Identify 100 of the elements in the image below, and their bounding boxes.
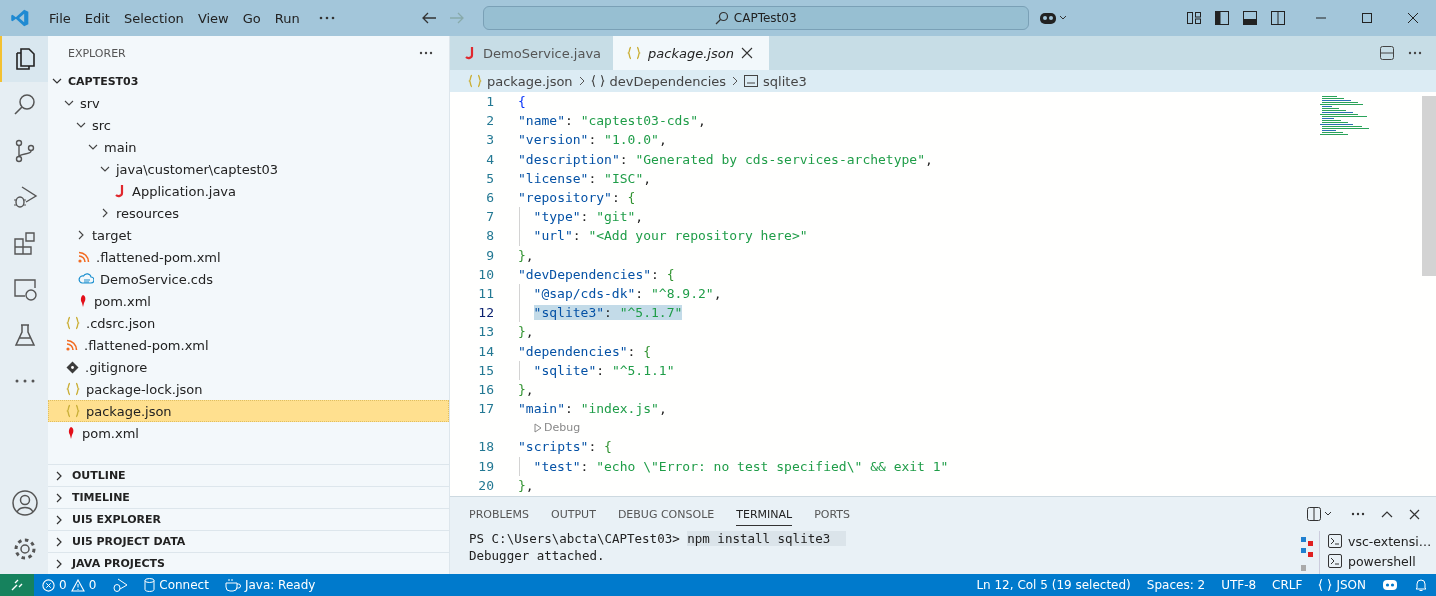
close-icon[interactable] [740,47,753,59]
panel-tab[interactable]: DEBUG CONSOLE [617,502,715,526]
panel-tab[interactable]: OUTPUT [551,502,596,526]
section-header[interactable]: UI5 EXPLORER [48,508,449,530]
editor-tab[interactable]: DemoService.java [450,36,614,70]
chevron-up-icon[interactable] [1381,510,1393,518]
terminal-output: Debugger attached. [469,548,605,563]
more-icon[interactable] [419,51,433,55]
tree-item[interactable]: srv [48,92,449,114]
chevron-icon [731,76,740,86]
section-header[interactable]: OUTLINE [48,464,449,486]
tree-item[interactable]: resources [48,202,449,224]
panel-tab[interactable]: TERMINAL [736,502,793,526]
line-number: 5 [485,170,494,186]
braces-icon [1318,578,1333,592]
panel-tab[interactable]: PORTS [814,502,850,526]
editor-tab[interactable]: package.json [613,36,770,70]
status-item[interactable]: Java: Ready [216,578,324,592]
split-toggle-icon[interactable] [1270,10,1286,26]
status-item[interactable]: Connect [136,578,217,592]
section-header[interactable]: TIMELINE [48,486,449,508]
menu-item[interactable]: Run [267,10,307,26]
tree-item[interactable]: .flattened-pom.xml [48,334,449,356]
problems-indicator[interactable]: 0 0 [34,578,105,592]
section-header[interactable]: UI5 PROJECT DATA [48,530,449,552]
more-icon[interactable] [1408,51,1422,55]
terminal-list-item[interactable]: powershell [1328,551,1436,571]
tree-item[interactable]: .cdsrc.json [48,312,449,334]
close-icon[interactable] [1409,508,1420,520]
tree-item[interactable]: java\customer\captest03 [48,158,449,180]
status-item[interactable]: CRLF [1264,578,1311,592]
line-number: 15 [477,362,494,378]
status-item[interactable]: Ln 12, Col 5 (19 selected) [968,578,1139,592]
tree-item[interactable]: src [48,114,449,136]
coffee-cup-icon [224,578,241,592]
line-number: 9 [485,247,494,263]
status-item[interactable]: Spaces: 2 [1138,578,1214,592]
tree-item[interactable]: .flattened-pom.xml [48,246,449,268]
tree-item[interactable]: target [48,224,449,246]
line-number: 6 [485,190,494,206]
app-logo-icon [10,8,30,28]
menu-item[interactable]: Edit [77,10,117,26]
braces-icon [468,74,482,88]
menu-item[interactable]: Go [235,10,268,26]
terminal-markers-drawing [1301,537,1313,573]
breadcrumb-item[interactable]: sqlite3 [744,73,807,89]
tree-item[interactable]: package-lock.json [48,378,449,400]
back-arrow-icon[interactable] [420,11,437,25]
sidebar-toggle-icon[interactable] [1214,10,1230,26]
tree-item[interactable]: DemoService.cds [48,268,449,290]
more-icon[interactable] [318,16,335,20]
line-number: 11 [477,285,494,301]
line-number: 12 [477,305,494,321]
line-number: 18 [477,439,494,455]
terminal-command: npm install sqlite3 [687,531,847,546]
breadcrumb-item[interactable]: devDependencies [590,73,727,89]
scrollbar-thumb[interactable] [1422,96,1436,276]
line-number: 8 [485,228,494,244]
line-number: 4 [485,151,494,167]
language-mode[interactable]: JSON [1310,578,1374,592]
menu-item[interactable]: File [42,10,78,26]
folder-header[interactable]: CAPTEST03 [48,70,449,92]
line-number: 1 [485,94,494,110]
code-line: }, [518,381,534,397]
command-center[interactable]: CAPTest03 [482,6,1029,30]
code-line: { [518,94,526,110]
code-line: "repository": { [518,190,636,206]
tree-item[interactable]: main [48,136,449,158]
more-icon[interactable] [1351,512,1365,516]
layout-icon[interactable] [1186,10,1202,26]
braces-icon [66,316,80,330]
breadcrumb-item[interactable]: package.json [468,73,573,89]
copilot-icon[interactable] [1038,10,1069,26]
tree-item[interactable]: Application.java [48,180,449,202]
panel-toggle-icon[interactable] [1242,10,1258,26]
code-line: "license": "ISC", [518,170,652,186]
code-line: "main": "index.js", [518,401,667,417]
status-item[interactable]: UTF-8 [1213,578,1265,592]
panel-tab[interactable]: PROBLEMS [469,502,530,526]
explorer-icon[interactable] [0,36,48,82]
tree-item[interactable]: pom.xml [48,290,449,312]
tree-item[interactable]: package.json [48,400,449,422]
menu-item[interactable]: Selection [116,10,191,26]
menu-item[interactable]: View [190,10,236,26]
code-line: "dependencies": { [518,343,652,359]
feather-icon [66,426,76,440]
braces-icon [66,404,80,418]
terminal-prompt: PS C:\Users\abcta\CAPTest03> [469,531,680,546]
code-lens-link[interactable]: Debug [544,421,581,435]
terminal-list-item[interactable]: vsc-extensi… [1328,531,1436,551]
split-editor-icon[interactable] [1380,46,1394,60]
play-icon [534,422,542,433]
tree-item[interactable]: pom.xml [48,422,449,444]
braces-icon [66,382,80,396]
line-number: 14 [477,343,494,359]
tree-item[interactable]: .gitignore [48,356,449,378]
code-line: "type": "git", [533,209,644,225]
line-number: 20 [477,477,494,493]
terminal-icon [1328,534,1342,548]
remote-icon [10,578,24,592]
